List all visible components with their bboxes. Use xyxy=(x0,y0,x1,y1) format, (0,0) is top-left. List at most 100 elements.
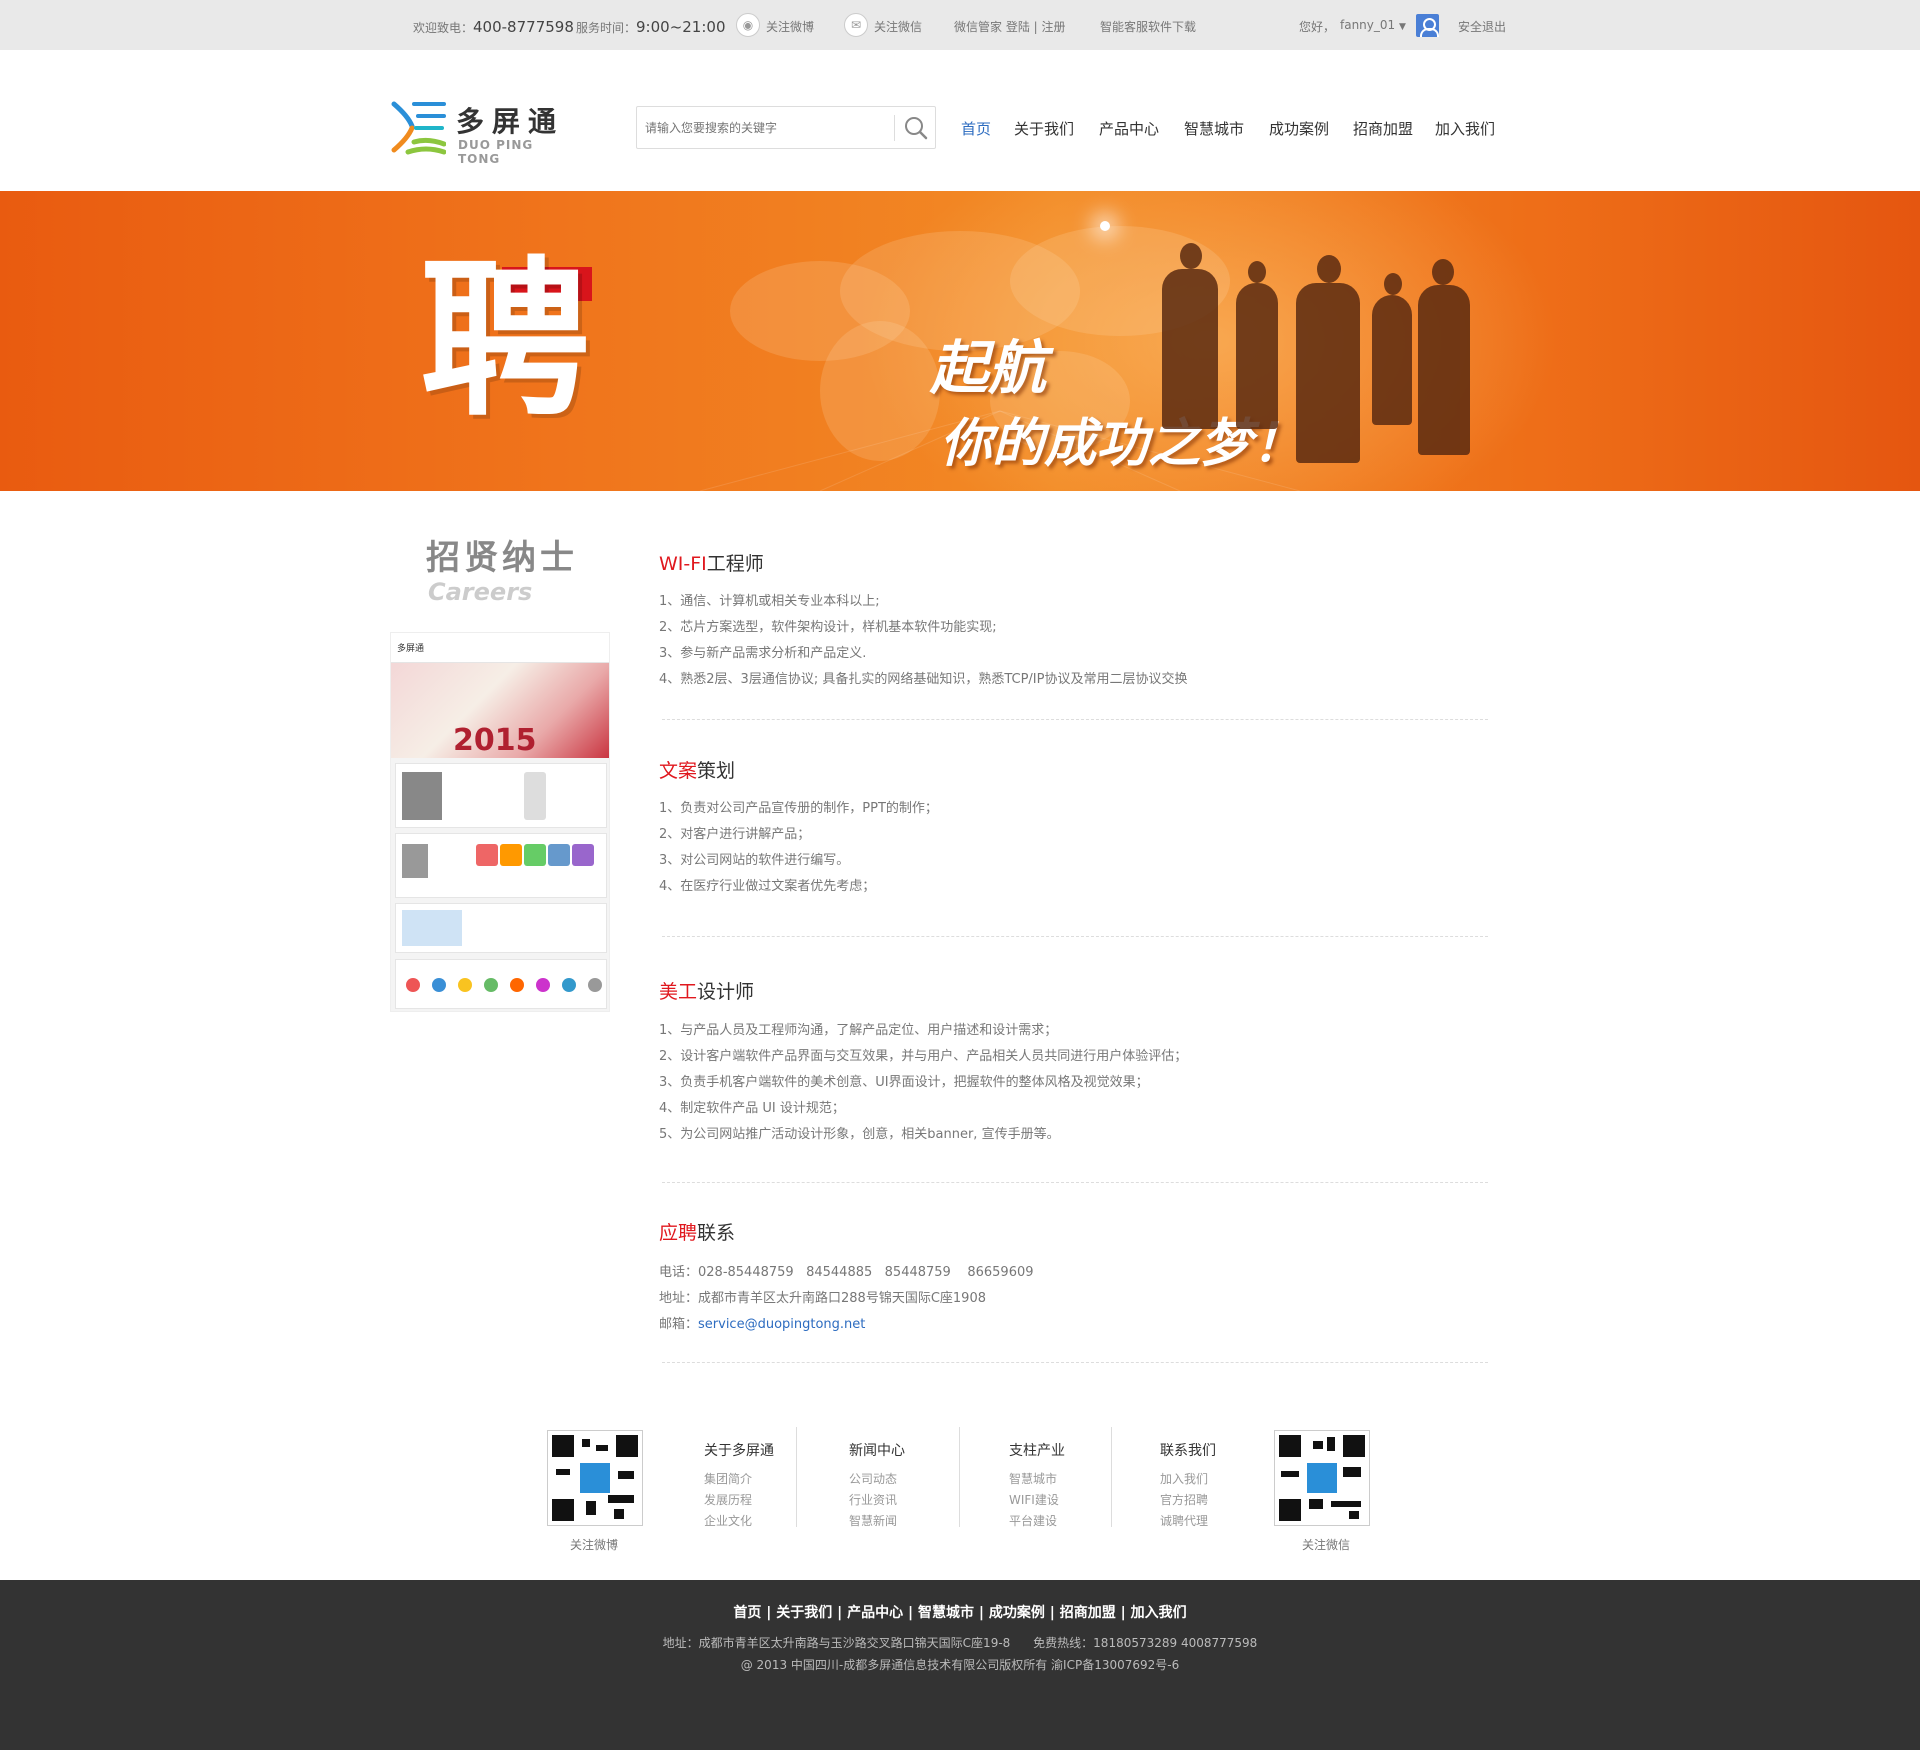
nav-smart-city[interactable]: 智慧城市 xyxy=(1184,118,1244,139)
footer-link[interactable]: 平台建设 xyxy=(1009,1512,1057,1529)
section-divider xyxy=(662,719,1488,720)
user-avatar-icon[interactable] xyxy=(1416,14,1439,37)
nav-franchise[interactable]: 招商加盟 xyxy=(1353,118,1413,139)
careers-title: 招贤纳士 xyxy=(426,538,578,578)
chevron-down-icon: ▼ xyxy=(1399,22,1406,32)
job-title-rest: 策划 xyxy=(697,760,736,782)
footer-address: 地址：成都市青羊区太升南路与玉沙路交叉路口锦天国际C座19-8 免费热线：181… xyxy=(662,1636,1258,1650)
user-menu[interactable]: fanny_01 ▼ xyxy=(1340,18,1406,32)
footer-link[interactable]: 公司动态 xyxy=(849,1470,897,1487)
contact-address: 地址：成都市青羊区太升南路口288号锦天国际C座1908 xyxy=(659,1287,986,1306)
qr-code-icon xyxy=(1279,1435,1365,1521)
footer-link[interactable]: 发展历程 xyxy=(704,1491,752,1508)
footer-col-heading[interactable]: 支柱产业 xyxy=(1009,1440,1065,1460)
logo-text-en: DUO PING TONG xyxy=(458,138,534,166)
weibo-qr-caption: 关注微博 xyxy=(570,1538,619,1552)
job-requirement: 2、设计客户端软件产品界面与交互效果，并与用户、产品相关人员共同进行用户体验评估… xyxy=(659,1049,1188,1064)
search-separator xyxy=(894,115,895,141)
job-requirement: 1、与产品人员及工程师沟通，了解产品定位、用户描述和设计需求； xyxy=(659,1023,1058,1038)
footer-col-heading[interactable]: 联系我们 xyxy=(1160,1440,1216,1460)
service-hours-label: 服务时间： xyxy=(576,21,637,35)
footer-separator xyxy=(1111,1427,1112,1527)
footer-link[interactable]: 加入我们 xyxy=(1160,1470,1208,1487)
search-input[interactable] xyxy=(637,107,895,148)
greeting-text: 您好， xyxy=(1299,20,1336,34)
site-footer: 首页 | 关于我们 | 产品中心 | 智慧城市 | 成功案例 | 招商加盟 | … xyxy=(0,1580,1920,1750)
hotline-label: 欢迎致电： xyxy=(413,21,474,35)
search-box xyxy=(636,106,936,149)
job-requirement: 4、在医疗行业做过文案者优先考虑； xyxy=(659,879,876,894)
contact-title-highlight: 应聘 xyxy=(659,1222,698,1244)
wechat-icon[interactable]: ✉ xyxy=(844,13,868,37)
job-requirement: 4、熟悉2层、3层通信协议; 具备扎实的网络基础知识，熟悉TCP/IP协议及常用… xyxy=(659,672,1188,687)
follow-weibo-link[interactable]: 关注微博 xyxy=(766,18,814,35)
website-preview-image: 多屏通 2015 xyxy=(390,632,610,1012)
nav-home[interactable]: 首页 xyxy=(961,118,991,139)
footer-copyright: @ 2013 中国四川-成都多屏通信息技术有限公司版权所有 渝ICP备13007… xyxy=(740,1658,1180,1672)
job-requirement: 5、为公司网站推广活动设计形象，创意，相关banner, 宣传手册等。 xyxy=(659,1127,1060,1142)
job-requirement: 1、通信、计算机或相关专业本科以上; xyxy=(659,594,880,609)
job-title-rest: 工程师 xyxy=(706,553,764,575)
top-bar: 欢迎致电：400-8777598 服务时间：9:00~21:00 ◉ 关注微博 … xyxy=(0,0,1920,50)
wechat-manager-login-link[interactable]: 微信管家 登陆 | 注册 xyxy=(954,18,1066,35)
preview-row xyxy=(395,833,607,898)
nav-join-us[interactable]: 加入我们 xyxy=(1435,118,1495,139)
hotline-number: 400-8777598 xyxy=(473,18,574,36)
contact-phone-value: 028-85448759 84544885 85448759 86659609 xyxy=(698,1265,1034,1280)
contact-phone: 电话：028-85448759 84544885 85448759 866596… xyxy=(659,1261,1034,1280)
job-requirement: 3、对公司网站的软件进行编写。 xyxy=(659,853,850,868)
job-title-rest: 设计师 xyxy=(697,981,755,1003)
footer-col-heading[interactable]: 关于多屏通 xyxy=(704,1440,774,1460)
job-requirement: 4、制定软件产品 UI 设计规范； xyxy=(659,1101,845,1116)
footer-link[interactable]: 智慧新闻 xyxy=(849,1512,897,1529)
footer-nav[interactable]: 首页 | 关于我们 | 产品中心 | 智慧城市 | 成功案例 | 招商加盟 | … xyxy=(0,1602,1920,1622)
recruit-banner: 聘 起航 你的成功之梦！ xyxy=(0,191,1920,491)
job-title-copywriter: 文案策划 xyxy=(659,756,735,783)
contact-address-value: 成都市青羊区太升南路口288号锦天国际C座1908 xyxy=(698,1291,986,1306)
footer-link[interactable]: 智慧城市 xyxy=(1009,1470,1057,1487)
nav-products[interactable]: 产品中心 xyxy=(1099,118,1159,139)
job-requirement: 3、参与新产品需求分析和产品定义. xyxy=(659,646,867,661)
footer-link[interactable]: WIFI建设 xyxy=(1009,1491,1059,1508)
contact-title: 应聘联系 xyxy=(659,1218,735,1245)
weibo-qr-code xyxy=(547,1430,643,1526)
footer-link[interactable]: 诚聘代理 xyxy=(1160,1512,1208,1529)
preview-banner: 2015 xyxy=(391,663,609,758)
preview-row xyxy=(395,763,607,828)
job-requirement: 2、对客户进行讲解产品； xyxy=(659,827,811,842)
nav-about[interactable]: 关于我们 xyxy=(1014,118,1074,139)
banner-big-char: 聘 xyxy=(420,242,591,440)
nav-cases[interactable]: 成功案例 xyxy=(1269,118,1329,139)
logout-link[interactable]: 安全退出 xyxy=(1458,18,1506,35)
footer-col-heading[interactable]: 新闻中心 xyxy=(849,1440,905,1460)
footer-link[interactable]: 企业文化 xyxy=(704,1512,752,1529)
careers-subtitle: Careers xyxy=(428,578,533,606)
footer-link[interactable]: 集团简介 xyxy=(704,1470,752,1487)
preview-logo: 多屏通 xyxy=(397,644,425,654)
weibo-icon[interactable]: ◉ xyxy=(736,13,760,37)
search-icon[interactable] xyxy=(901,114,931,142)
preview-header: 多屏通 xyxy=(391,633,609,663)
sparkle-icon xyxy=(1100,221,1110,231)
preview-row xyxy=(395,959,607,1009)
contact-email-link[interactable]: service@duopingtong.net xyxy=(698,1317,865,1332)
footer-link[interactable]: 行业资讯 xyxy=(849,1491,897,1508)
section-divider xyxy=(662,1182,1488,1183)
footer-separator xyxy=(959,1427,960,1527)
follow-wechat-link[interactable]: 关注微信 xyxy=(874,18,922,35)
job-requirement: 3、负责手机客户端软件的美术创意、UI界面设计，把握软件的整体风格及视觉效果； xyxy=(659,1075,1149,1090)
download-link[interactable]: 智能客服软件下载 xyxy=(1100,18,1196,35)
section-divider xyxy=(662,1362,1488,1363)
logo[interactable]: 多屏通 DUO PING TONG xyxy=(390,98,580,166)
preview-row xyxy=(395,903,607,953)
banner-headline: 起航 xyxy=(930,334,1047,402)
job-requirement: 2、芯片方案选型，软件架构设计，样机基本软件功能实现; xyxy=(659,620,997,635)
username: fanny_01 xyxy=(1340,18,1396,32)
wechat-qr-code xyxy=(1274,1430,1370,1526)
footer-separator xyxy=(796,1427,797,1527)
job-title-designer: 美工设计师 xyxy=(659,977,754,1004)
contact-phone-label: 电话： xyxy=(659,1265,699,1280)
footer-link[interactable]: 官方招聘 xyxy=(1160,1491,1208,1508)
service-hours: 服务时间：9:00~21:00 xyxy=(576,18,726,36)
wechat-qr-caption: 关注微信 xyxy=(1302,1538,1351,1552)
